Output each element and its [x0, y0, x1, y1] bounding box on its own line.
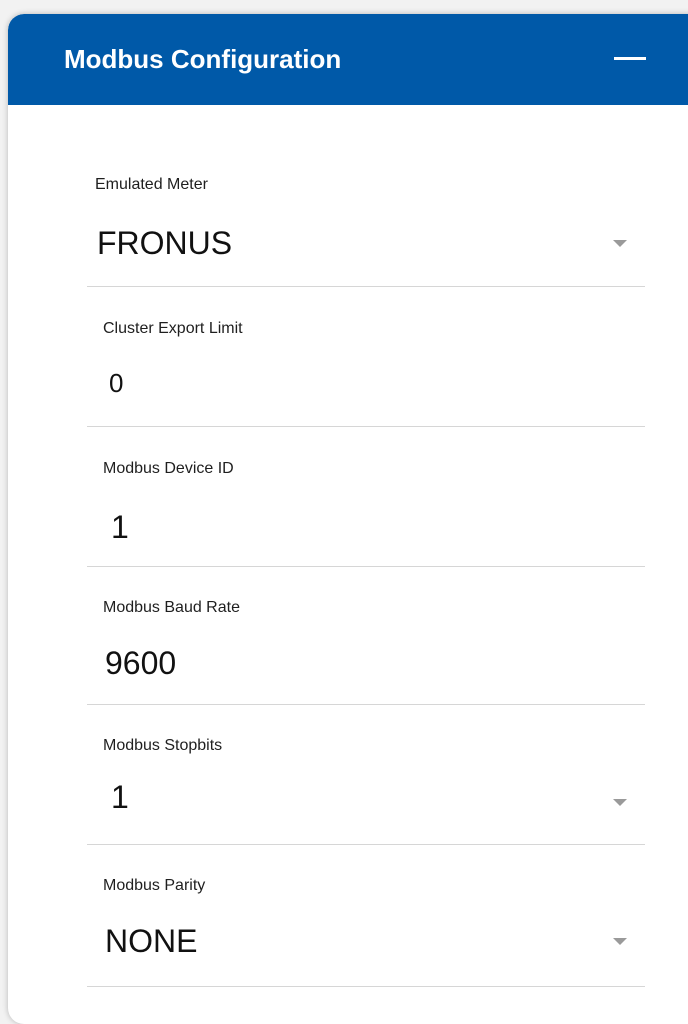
modbus-baud-rate-input[interactable]	[105, 644, 505, 682]
cluster-export-limit-input[interactable]	[109, 366, 509, 400]
modbus-stopbits-field: Modbus Stopbits 1	[87, 722, 645, 845]
chevron-down-icon[interactable]	[613, 799, 627, 806]
modbus-parity-field: Modbus Parity NONE	[87, 862, 645, 987]
emulated-meter-select[interactable]: FRONUS	[97, 224, 232, 262]
cluster-export-limit-label: Cluster Export Limit	[103, 320, 243, 337]
modbus-stopbits-label: Modbus Stopbits	[103, 737, 223, 754]
modbus-device-id-label: Modbus Device ID	[103, 460, 234, 477]
modbus-device-id-input[interactable]	[111, 508, 511, 546]
chevron-down-icon[interactable]	[613, 938, 627, 945]
modbus-parity-label: Modbus Parity	[103, 877, 206, 894]
panel-title: Modbus Configuration	[64, 44, 342, 74]
collapse-icon[interactable]	[614, 57, 646, 60]
chevron-down-icon[interactable]	[613, 240, 627, 247]
modbus-parity-select[interactable]: NONE	[105, 922, 197, 960]
modbus-device-id-field: Modbus Device ID	[87, 444, 645, 567]
emulated-meter-label: Emulated Meter	[95, 176, 208, 193]
cluster-export-limit-field: Cluster Export Limit	[87, 304, 645, 427]
modbus-stopbits-select[interactable]: 1	[111, 778, 129, 816]
panel-header: Modbus Configuration	[8, 14, 688, 105]
emulated-meter-field: Emulated Meter FRONUS	[87, 160, 645, 287]
modbus-baud-rate-field: Modbus Baud Rate	[87, 584, 645, 705]
modbus-baud-rate-label: Modbus Baud Rate	[103, 599, 240, 616]
